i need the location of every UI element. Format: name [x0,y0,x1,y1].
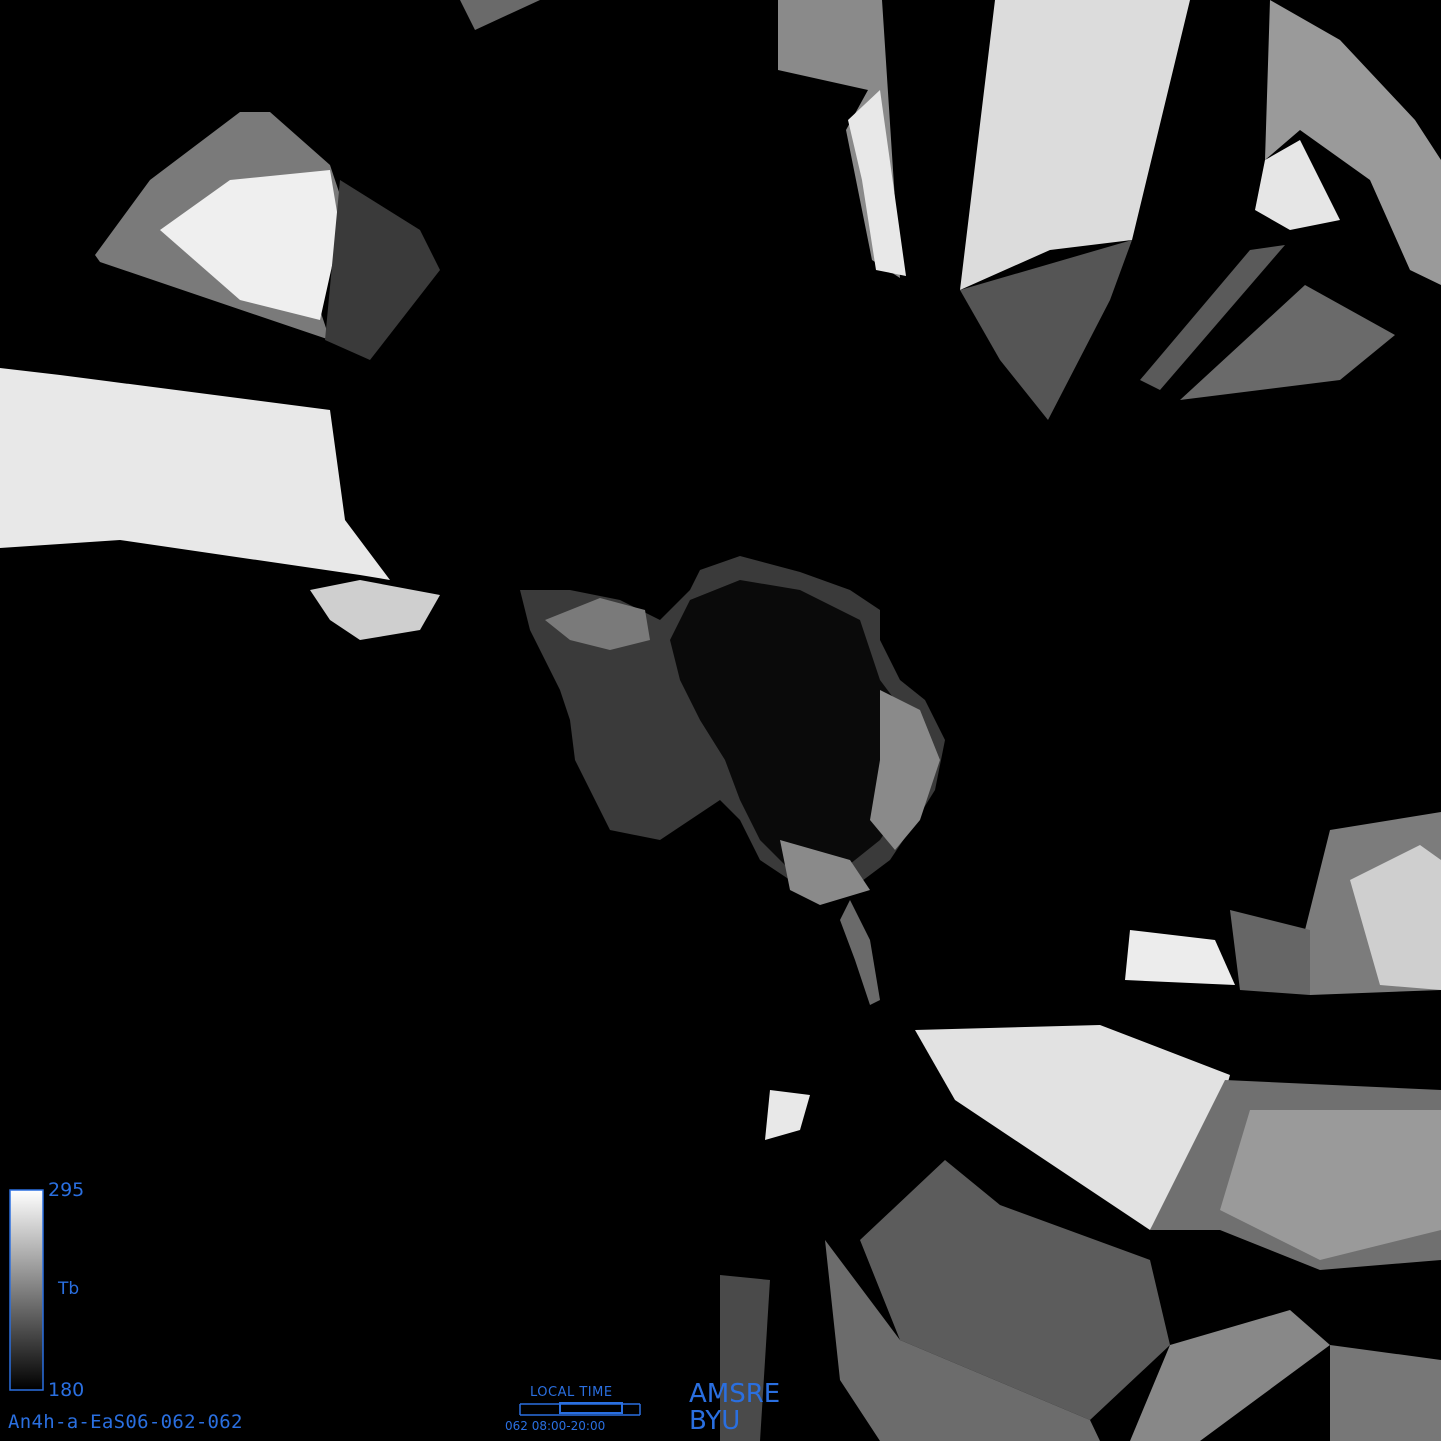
swath-segment [310,580,440,640]
landmass-tail [840,900,880,1005]
colorbar-gradient [9,1189,44,1391]
swath-segment [0,368,390,580]
local-time-range: 062 08:00-20:00 [505,1419,606,1433]
polar-brightness-temperature-map [0,0,1441,1441]
swath-segment [460,0,540,30]
swath-group-bottom [720,1025,1441,1441]
local-time-indicator [519,1402,641,1416]
swath-segment [325,180,440,360]
swath-segment [1230,910,1310,995]
colorbar-max-label: 295 [48,1179,85,1201]
colorbar-unit-label: Tb [58,1279,80,1299]
swath-segment [960,0,1190,290]
polar-landmass [520,556,945,1005]
sensor-name: AMSRE [689,1379,781,1409]
swath-group-right [1125,812,1441,995]
local-time-title: LOCAL TIME [530,1385,613,1400]
image-identifier: An4h-a-EaS06-062-062 [8,1411,243,1433]
swath-segment [1125,930,1235,985]
swath-segment [765,1090,810,1140]
colorbar-min-label: 180 [48,1379,85,1401]
organization-name: BYU [689,1406,741,1436]
swath-segment [1265,0,1441,285]
colorbar [9,1189,44,1391]
swath-segment [1330,1345,1441,1441]
swath-group-top [460,0,1441,420]
swath-group-left [0,112,440,640]
